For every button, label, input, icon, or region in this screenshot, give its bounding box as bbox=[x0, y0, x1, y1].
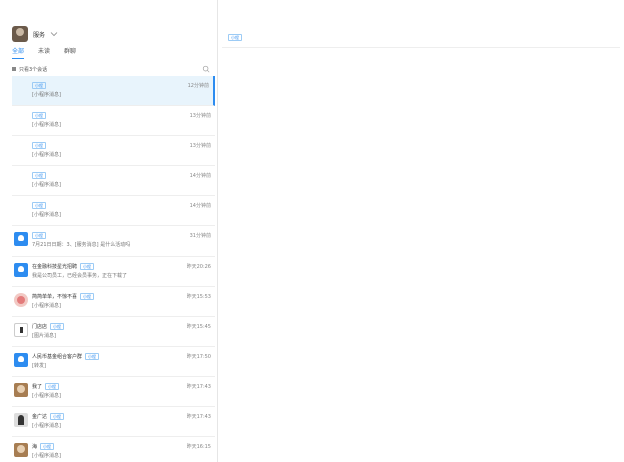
group-avatar-icon bbox=[14, 263, 28, 277]
chat-header-divider bbox=[222, 47, 620, 48]
filter-tabs: 全部 未读 群聊 bbox=[12, 46, 76, 59]
conversation-title: 人民币基金组合客户群 bbox=[32, 354, 83, 360]
message-preview: 我是公司员工，已经会员事务，正在下载了 bbox=[32, 273, 128, 279]
list-item[interactable]: 小程 7月21日日期：3、[服务消息] 是什么活动吗 31分钟前 bbox=[12, 226, 215, 257]
contact-avatar bbox=[14, 413, 28, 427]
miniapp-tag: 小程 bbox=[80, 293, 95, 300]
miniapp-tag: 小程 bbox=[32, 142, 46, 149]
message-preview: 7月21日日期：3、[服务消息] 是什么活动吗 bbox=[32, 242, 131, 248]
chat-header-tag: 小程 bbox=[228, 34, 242, 41]
conversation-title: 我了 bbox=[32, 384, 43, 390]
contact-avatar bbox=[14, 293, 28, 307]
message-preview: [小程序消息] bbox=[32, 393, 61, 399]
message-preview: [小程序消息] bbox=[32, 303, 61, 309]
list-item[interactable]: 在金融科技星光招聘 小程 我是公司员工，已经会员事务，正在下载了 昨天20:26 bbox=[12, 257, 215, 287]
list-item[interactable]: 我了 小程 [小程序消息] 昨天17:43 bbox=[12, 377, 215, 407]
conversation-title: 门店店 bbox=[32, 324, 48, 330]
timestamp: 昨天16:15 bbox=[186, 444, 211, 450]
conversation-title: 简简单单，不惊不喜 bbox=[32, 294, 78, 300]
message-preview: [图片消息] bbox=[32, 333, 56, 339]
message-preview: [转发] bbox=[32, 363, 46, 369]
message-preview: [小程序消息] bbox=[32, 122, 61, 128]
contact-avatar bbox=[14, 323, 28, 337]
timestamp: 昨天17:43 bbox=[186, 414, 211, 420]
miniapp-tag: 小程 bbox=[40, 443, 55, 450]
search-icon[interactable] bbox=[202, 65, 210, 73]
conversation-title: 海 bbox=[32, 444, 38, 450]
message-preview: [小程序消息] bbox=[32, 182, 61, 188]
message-preview: [小程序消息] bbox=[32, 423, 61, 429]
timestamp: 13分钟前 bbox=[189, 113, 211, 119]
tab-unread[interactable]: 未读 bbox=[38, 46, 50, 59]
message-preview: [小程序消息] bbox=[32, 453, 61, 459]
timestamp: 昨天15:45 bbox=[186, 324, 211, 330]
tab-all[interactable]: 全部 bbox=[12, 46, 25, 59]
contact-avatar bbox=[14, 443, 28, 457]
group-avatar-icon bbox=[14, 232, 28, 246]
tab-groups[interactable]: 群聊 bbox=[64, 46, 76, 59]
user-name[interactable]: 服务 bbox=[33, 30, 45, 39]
list-item[interactable]: 小程 [小程序消息] 13分钟前 bbox=[12, 106, 215, 136]
contact-avatar bbox=[14, 383, 28, 397]
message-preview: [小程序消息] bbox=[32, 92, 61, 98]
chevron-down-icon[interactable] bbox=[49, 29, 59, 39]
account-switcher[interactable]: 服务 bbox=[12, 24, 59, 44]
list-item[interactable]: 金广达 小程 [小程序消息] 昨天17:43 bbox=[12, 407, 215, 437]
timestamp: 昨天15:53 bbox=[186, 294, 211, 300]
miniapp-tag: 小程 bbox=[50, 323, 65, 330]
timestamp: 昨天17:50 bbox=[186, 354, 211, 360]
timestamp: 12分钟前 bbox=[187, 83, 209, 89]
timestamp: 昨天17:43 bbox=[186, 384, 211, 390]
message-preview: [小程序消息] bbox=[32, 212, 61, 218]
list-item[interactable]: 小程 [小程序消息] 14分钟前 bbox=[12, 166, 215, 196]
miniapp-tag: 小程 bbox=[85, 353, 100, 360]
miniapp-tag: 小程 bbox=[32, 232, 46, 239]
user-avatar[interactable] bbox=[12, 26, 28, 42]
conversation-title: 金广达 bbox=[32, 414, 48, 420]
group-avatar-icon bbox=[14, 353, 28, 367]
timestamp: 14分钟前 bbox=[189, 203, 211, 209]
list-item[interactable]: 海小程 [小程序消息] 昨天16:15 bbox=[12, 437, 215, 462]
timestamp: 昨天20:26 bbox=[186, 264, 211, 270]
list-item[interactable]: 门店店 小程 [图片消息] 昨天15:45 bbox=[12, 317, 215, 347]
filter-bar: 只看3个会话 bbox=[12, 63, 210, 75]
miniapp-tag: 小程 bbox=[32, 82, 46, 89]
miniapp-tag: 小程 bbox=[45, 383, 60, 390]
list-item[interactable]: 简简单单，不惊不喜 小程 [小程序消息] 昨天15:53 bbox=[12, 287, 215, 317]
filter-checkbox[interactable] bbox=[12, 67, 16, 71]
miniapp-tag: 小程 bbox=[50, 413, 65, 420]
timestamp: 31分钟前 bbox=[189, 233, 211, 239]
message-preview: [小程序消息] bbox=[32, 152, 61, 158]
conversation-list: 小程 [小程序消息] 12分钟前 小程 [小程序消息] 13分钟前 小程 [小程… bbox=[12, 76, 215, 462]
filter-label[interactable]: 只看3个会话 bbox=[19, 66, 47, 73]
list-item[interactable]: 小程 [小程序消息] 12分钟前 bbox=[12, 76, 215, 106]
miniapp-tag: 小程 bbox=[32, 202, 46, 209]
list-item[interactable]: 小程 [小程序消息] 14分钟前 bbox=[12, 196, 215, 226]
miniapp-tag: 小程 bbox=[32, 112, 46, 119]
timestamp: 13分钟前 bbox=[189, 143, 211, 149]
miniapp-tag: 小程 bbox=[32, 172, 46, 179]
conversation-title: 在金融科技星光招聘 bbox=[32, 264, 78, 270]
miniapp-tag: 小程 bbox=[80, 263, 95, 270]
timestamp: 14分钟前 bbox=[189, 173, 211, 179]
list-item[interactable]: 小程 [小程序消息] 13分钟前 bbox=[12, 136, 215, 166]
conversation-sidebar: 服务 全部 未读 群聊 只看3个会话 小程 [小程序消息] 12分钟前 小程 [… bbox=[0, 0, 218, 462]
list-item[interactable]: 人民币基金组合客户群 小程 [转发] 昨天17:50 bbox=[12, 347, 215, 377]
